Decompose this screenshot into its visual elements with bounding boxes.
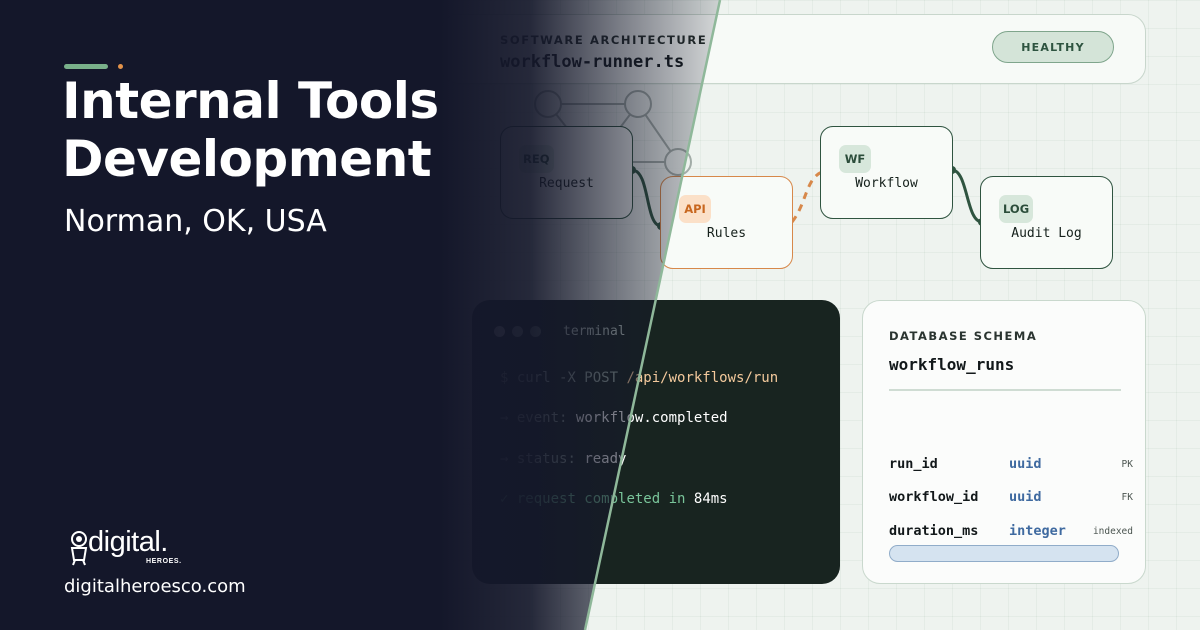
connector-request-rules <box>631 168 662 228</box>
node-tag: LOG <box>999 195 1034 223</box>
column-name: workflow_id <box>889 489 979 505</box>
node-label: Audit Log <box>1011 226 1082 241</box>
command-path: /api/workflows/run <box>626 370 779 386</box>
window-dot-icon <box>530 326 541 337</box>
database-schema-card: DATABASE SCHEMA workflow_runs run_id uui… <box>862 300 1146 584</box>
node-tag: API <box>679 195 711 223</box>
terminal-done-line: ✓ request completed in 84ms <box>500 491 728 507</box>
hero-location: Norman, OK, USA <box>64 204 327 239</box>
column-name: run_id <box>889 456 938 472</box>
done-value: 84ms <box>693 491 728 507</box>
schema-eyebrow: DATABASE SCHEMA <box>889 329 1038 343</box>
hero-title: Internal Tools Development <box>62 72 439 188</box>
column-key: FK <box>1121 492 1133 503</box>
node-workflow[interactable]: WF Workflow <box>820 126 953 219</box>
window-dot-icon <box>494 326 505 337</box>
schema-row: workflow_id uuid FK <box>889 489 1133 509</box>
brand-subword: HEROES. <box>146 558 182 565</box>
brand-wordmark: digital. <box>88 526 168 558</box>
accent-bar <box>64 64 108 69</box>
node-rules[interactable]: API Rules <box>660 176 793 269</box>
node-label: Request <box>539 176 594 191</box>
brand-logo[interactable]: digital. HEROES. <box>64 526 204 572</box>
arrow-icon: → <box>500 451 509 467</box>
column-key: PK <box>1121 459 1133 470</box>
arrow-icon: → <box>500 410 509 426</box>
terminal-status-line: → status: ready <box>500 451 626 467</box>
terminal-panel: terminal $ curl -X POST /api/workflows/r… <box>472 300 840 584</box>
node-audit-log[interactable]: LOG Audit Log <box>980 176 1113 269</box>
schema-row: duration_ms integer indexed <box>889 523 1133 543</box>
node-request[interactable]: REQ Request <box>500 126 633 219</box>
event-value: workflow.completed <box>575 410 728 426</box>
schema-divider <box>889 389 1121 391</box>
column-type: uuid <box>1009 456 1042 472</box>
node-tag: REQ <box>519 145 554 173</box>
status-key: status: <box>516 451 585 467</box>
terminal-command-line: $ curl -X POST /api/workflows/run <box>500 370 778 386</box>
column-type: integer <box>1009 523 1066 539</box>
node-label: Workflow <box>855 176 918 191</box>
status-value: ready <box>584 451 627 467</box>
window-controls <box>494 326 541 337</box>
terminal-title: terminal <box>563 324 626 339</box>
schema-table-name: workflow_runs <box>889 355 1015 374</box>
event-key: event: <box>516 410 576 426</box>
node-label: Rules <box>706 226 747 241</box>
column-key: indexed <box>1092 526 1133 537</box>
column-type: uuid <box>1009 489 1042 505</box>
accent-dot <box>118 64 123 69</box>
node-tag: WF <box>839 145 871 173</box>
astronaut-logo-icon <box>70 531 88 566</box>
window-dot-icon <box>512 326 523 337</box>
connector-rules-workflow <box>790 170 823 223</box>
column-name: duration_ms <box>889 523 979 539</box>
done-text: request completed in <box>516 491 694 507</box>
schema-highlight-bar <box>889 545 1119 562</box>
schema-row: run_id uuid PK <box>889 456 1133 476</box>
terminal-event-line: → event: workflow.completed <box>500 410 728 426</box>
command-prefix: $ curl -X POST <box>500 370 627 386</box>
hero-banner: SOFTWARE ARCHITECTURE workflow-runner.ts… <box>0 0 1200 630</box>
check-icon: ✓ <box>500 491 509 507</box>
website-link[interactable]: digitalheroesco.com <box>64 576 246 597</box>
connector-workflow-auditlog <box>951 168 983 224</box>
